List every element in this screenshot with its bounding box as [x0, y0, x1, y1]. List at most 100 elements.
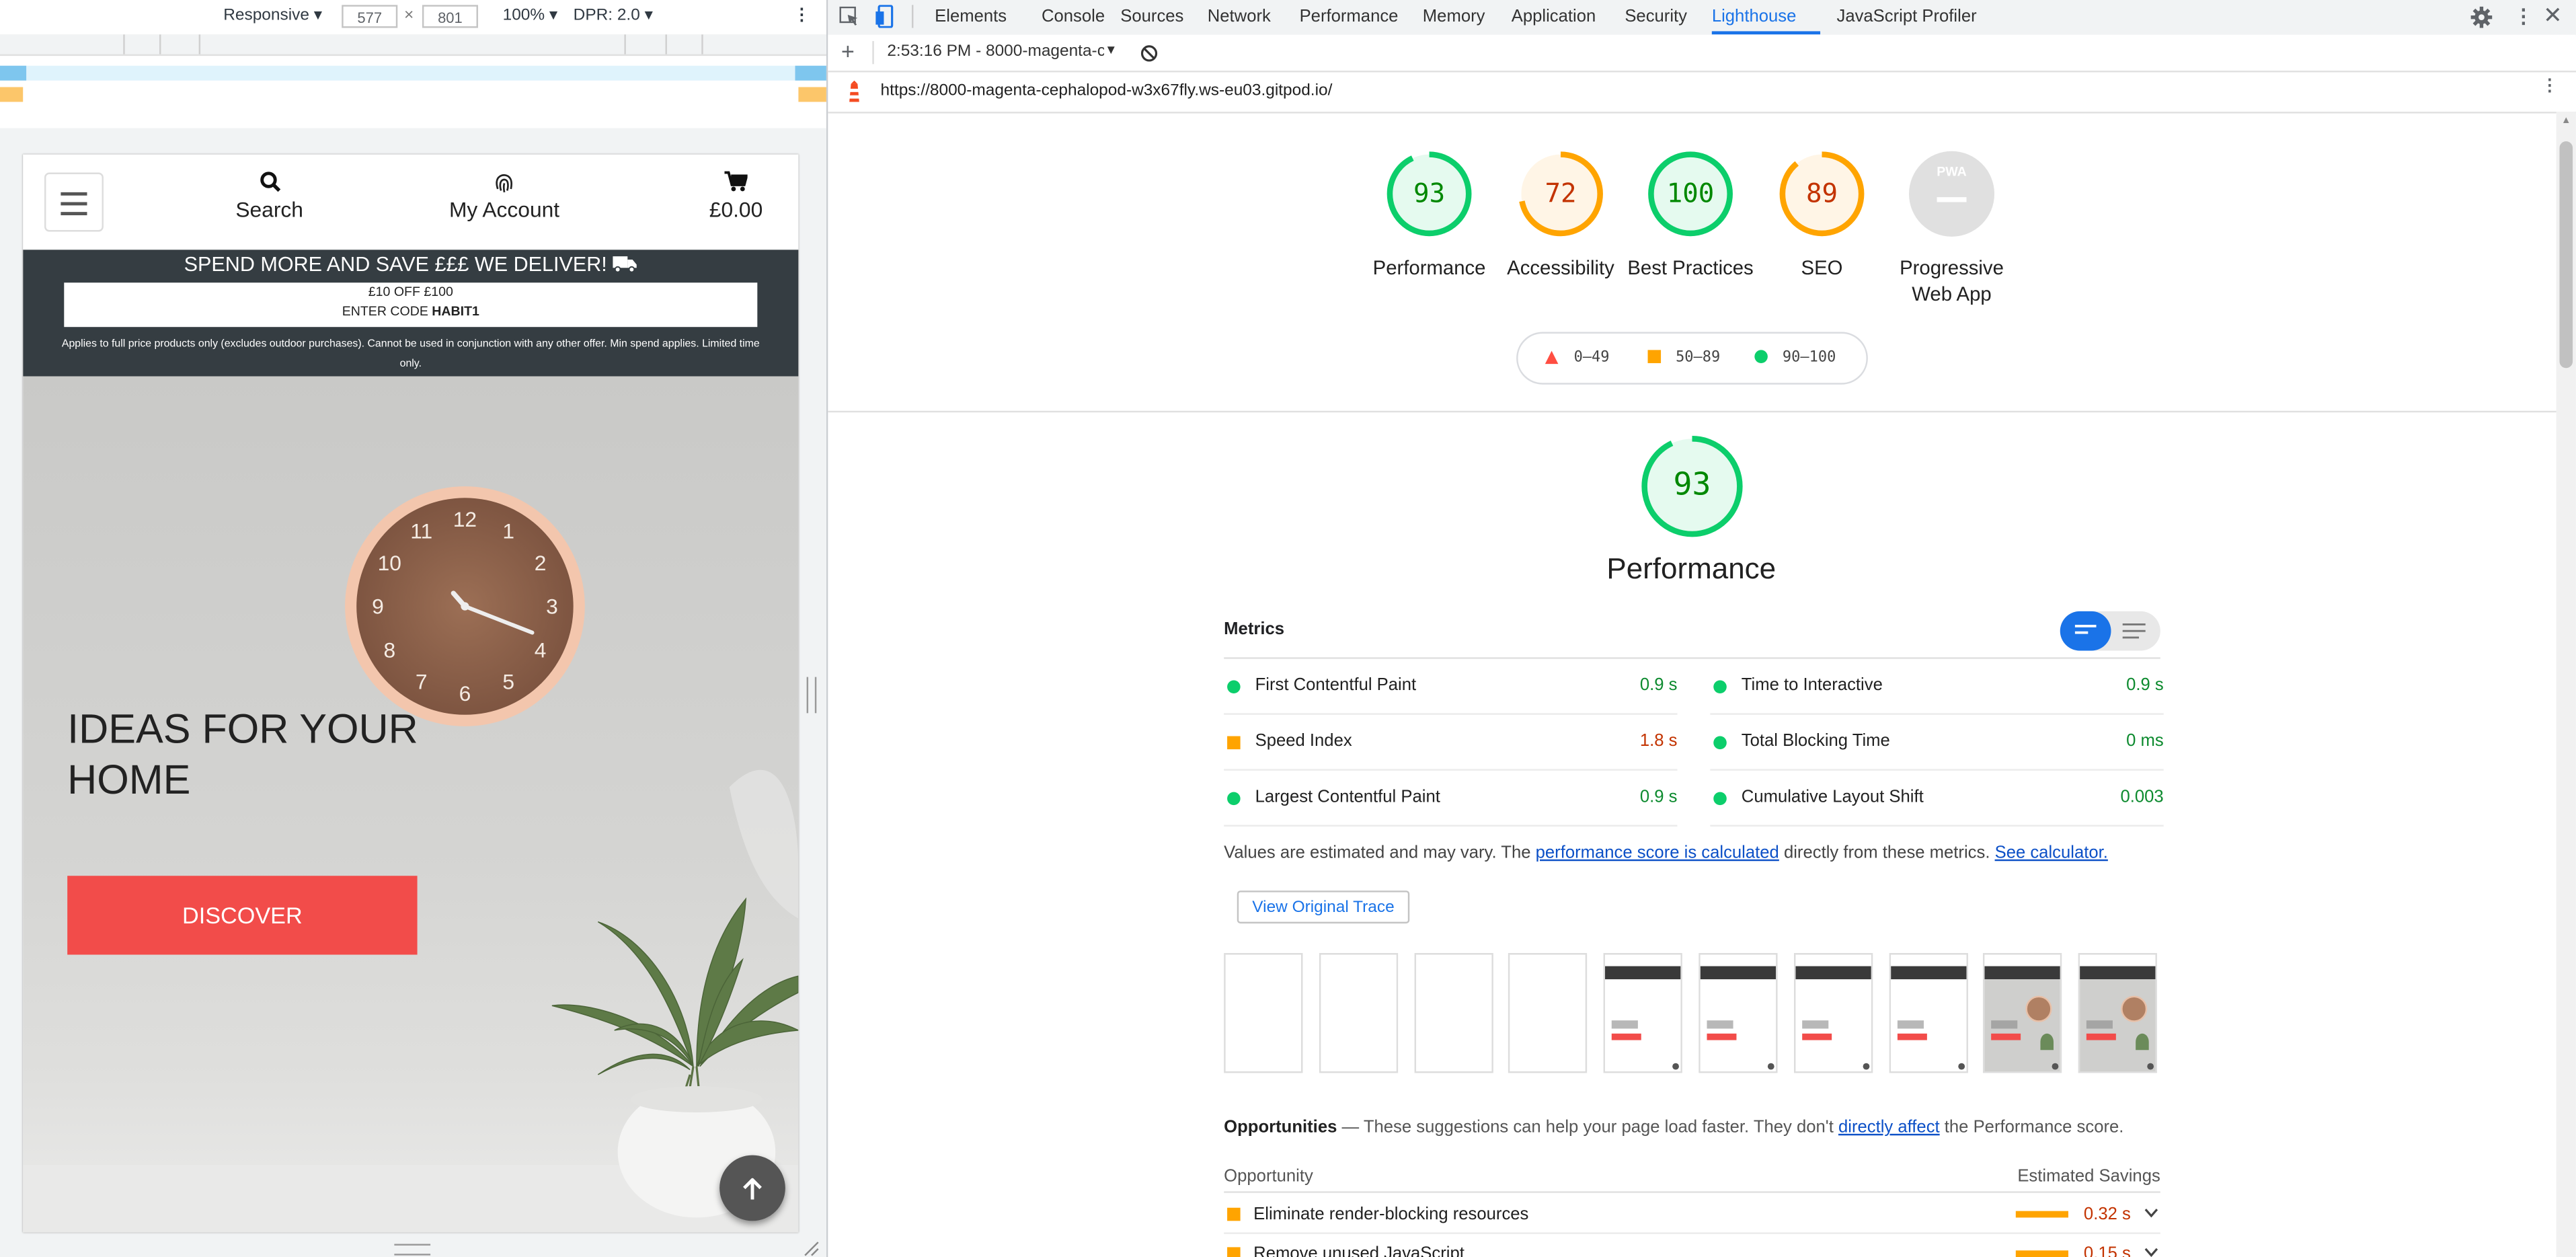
category-performance[interactable]: 93 Performance: [1364, 149, 1495, 280]
savings-column-header: Estimated Savings: [2017, 1166, 2160, 1186]
clock-number: 3: [546, 595, 558, 619]
tab-application[interactable]: Application: [1512, 7, 1596, 26]
clock-number: 12: [453, 507, 477, 531]
metric-label: Time to Interactive: [1741, 675, 1883, 695]
discover-button[interactable]: DISCOVER: [67, 876, 418, 955]
clock-number: 10: [378, 551, 401, 575]
tab-sources[interactable]: Sources: [1120, 7, 1183, 26]
width-input[interactable]: 577: [342, 5, 398, 28]
expanded-list-icon[interactable]: [2122, 621, 2146, 641]
dpr-select[interactable]: DPR: 2.0 ▾: [574, 7, 653, 25]
metric-time-to-interactive: Time to Interactive 0.9 s: [1710, 659, 2164, 715]
zoom-select[interactable]: 100% ▾: [503, 7, 558, 25]
report-url[interactable]: https://8000-magenta-cephalopod-w3x67fly…: [881, 82, 1333, 100]
new-report-icon[interactable]: +: [841, 38, 855, 64]
promo-offer: £10 OFF £100: [368, 284, 453, 299]
metrics-view-toggle[interactable]: [2060, 611, 2160, 651]
resize-handle-bottom[interactable]: [394, 1244, 431, 1256]
opportunity-item[interactable]: Remove unused JavaScript 0.15 s: [1224, 1235, 2160, 1257]
metric-label: Largest Contentful Paint: [1255, 787, 1440, 807]
media-query-marker[interactable]: [0, 65, 27, 81]
fail-triangle-icon: [1545, 350, 1559, 365]
promo-fine-print: Applies to full price products only (exc…: [61, 338, 760, 370]
settings-gear-icon[interactable]: [2470, 6, 2493, 28]
tab-elements[interactable]: Elements: [935, 7, 1007, 26]
best-practices-label: Best Practices: [1627, 256, 1754, 280]
filmstrip-frame: [1319, 953, 1398, 1073]
more-options-icon[interactable]: ⋮: [793, 7, 810, 25]
category-best-practices[interactable]: 100 Best Practices: [1625, 149, 1756, 280]
scroll-up-arrow[interactable]: ▲: [2561, 116, 2571, 126]
tab-lighthouse[interactable]: Lighthouse: [1712, 7, 1797, 26]
customize-devtools-icon[interactable]: ⋮: [2513, 5, 2533, 28]
see-calculator-link[interactable]: See calculator.: [1995, 843, 2108, 862]
chevron-down-icon[interactable]: [2144, 1247, 2158, 1257]
score-calculated-link[interactable]: performance score is calculated: [1536, 843, 1779, 862]
inspect-element-icon[interactable]: [839, 6, 859, 26]
report-url-bar: https://8000-magenta-cephalopod-w3x67fly…: [828, 71, 2576, 114]
clock-number: 11: [410, 519, 432, 543]
media-query-bar-max[interactable]: [0, 65, 826, 81]
report-menu-icon[interactable]: ⋮: [2542, 77, 2558, 96]
resize-handle-right[interactable]: [806, 677, 817, 714]
progressive-web-app-gauge-ring: [1908, 151, 1995, 237]
height-input[interactable]: 801: [422, 5, 478, 28]
nav-account-label: My Account: [448, 197, 560, 222]
view-original-trace-button[interactable]: View Original Trace: [1237, 890, 1410, 924]
tab-security[interactable]: Security: [1625, 7, 1687, 26]
tab-network[interactable]: Network: [1208, 7, 1271, 26]
back-to-top-button[interactable]: [719, 1155, 785, 1221]
report-scrollbar-thumb[interactable]: [2559, 141, 2573, 369]
promo-code: HABIT1: [432, 303, 479, 319]
average-square-icon: [1647, 350, 1662, 363]
opportunities-header: Opportunities — These suggestions can he…: [1224, 1117, 2124, 1137]
tab-performance[interactable]: Performance: [1300, 7, 1399, 26]
pass-circle-icon: [1713, 736, 1727, 750]
category-seo[interactable]: 89 SEO: [1756, 149, 1887, 280]
category-accessibility[interactable]: 72 Accessibility: [1495, 149, 1626, 280]
clock-number: 6: [459, 681, 471, 706]
site-navbar: Search My Account £0.00: [23, 154, 799, 250]
compact-list-icon: [2074, 625, 2097, 634]
accessibility-score: 72: [1545, 177, 1577, 209]
chevron-down-icon[interactable]: [2144, 1208, 2158, 1218]
report-dropdown-arrow[interactable]: ▾: [1107, 41, 1115, 59]
device-mode-select[interactable]: Responsive ▾: [223, 7, 322, 25]
opportunity-savings: 0.32 s: [2083, 1204, 2131, 1225]
performance-gauge[interactable]: 93: [1639, 434, 1744, 539]
nav-account[interactable]: My Account: [437, 171, 572, 222]
resize-corner-icon[interactable]: [804, 1241, 820, 1257]
nav-search[interactable]: Search: [227, 171, 312, 222]
metrics-heading: Metrics: [1224, 619, 1285, 640]
accessibility-label: Accessibility: [1507, 256, 1614, 280]
nav-cart[interactable]: £0.00: [700, 171, 773, 222]
seo-score: 89: [1805, 177, 1838, 209]
metric-value: 0.9 s: [1639, 787, 1678, 807]
clock-number: 7: [416, 670, 428, 694]
device-toggle-icon[interactable]: [875, 5, 895, 28]
opportunity-item[interactable]: Eliminate render-blocking resources 0.32 …: [1224, 1196, 2160, 1234]
filmstrip-frame: [1413, 953, 1493, 1073]
tab-javascript-profiler[interactable]: JavaScript Profiler: [1836, 7, 1976, 26]
clock-number: 1: [502, 519, 514, 543]
average-square-icon: [1227, 1207, 1241, 1221]
menu-toggle-button[interactable]: [44, 172, 104, 232]
tab-memory[interactable]: Memory: [1423, 7, 1485, 26]
tab-console[interactable]: Console: [1042, 7, 1105, 26]
category-progressive-web-app[interactable]: PWA Progressive Web App: [1886, 149, 2017, 307]
clear-reports-icon[interactable]: [1140, 44, 1159, 63]
media-query-marker[interactable]: [795, 65, 826, 81]
compact-view-button[interactable]: [2060, 611, 2111, 651]
media-query-marker-orange[interactable]: [798, 87, 826, 102]
opportunity-header-divider: [1224, 1191, 2160, 1193]
fingerprint-icon: [437, 171, 572, 197]
report-select[interactable]: 2:53:16 PM - 8000-magenta-c⁠: [887, 43, 1104, 61]
close-devtools-icon[interactable]: ✕: [2543, 1, 2563, 30]
pwa-badge-icon: PWA: [1937, 164, 1967, 180]
progressive-web-app-label: Progressive Web App: [1900, 256, 2004, 306]
truck-icon: [613, 256, 637, 273]
legend-pass: 90–100: [1782, 350, 1836, 367]
media-query-marker-orange[interactable]: [0, 87, 24, 102]
filmstrip-frame: [1699, 953, 1778, 1073]
directly-affect-link[interactable]: directly affect: [1838, 1117, 1940, 1137]
